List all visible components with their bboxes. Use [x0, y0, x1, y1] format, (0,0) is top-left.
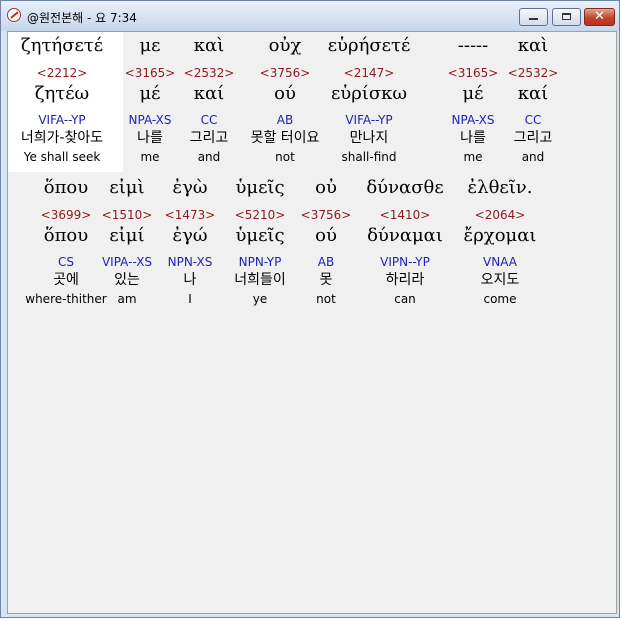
korean-gloss: 만나지 — [349, 130, 389, 146]
app-icon[interactable] — [7, 8, 21, 22]
lemma: εὑρίσκω — [330, 83, 408, 104]
english-gloss: shall-find — [341, 150, 397, 164]
morph-code: VIPN--YP — [380, 255, 430, 269]
minimize-button[interactable] — [519, 8, 548, 26]
maximize-icon — [562, 13, 571, 20]
close-icon: ✕ — [594, 9, 605, 24]
close-button[interactable]: ✕ — [584, 8, 615, 26]
strong-number: <2147> — [343, 66, 395, 80]
morph-code: VNAA — [483, 255, 517, 269]
strong-number: <2532> — [507, 66, 559, 80]
lemma: δύναμαι — [367, 225, 443, 246]
english-gloss: and — [521, 150, 545, 164]
greek-word: καὶ — [517, 35, 549, 56]
korean-gloss: 오지도 — [480, 272, 520, 288]
morph-code: VIFA--YP — [345, 113, 393, 127]
korean-gloss: 그리고 — [513, 130, 553, 146]
korean-gloss: 하리라 — [385, 272, 425, 288]
interlinear-word[interactable]: εὑρήσετέ <2147> εὑρίσκω VIFA--YP 만나지 shall-fi… — [314, 32, 424, 172]
window-title: @원전본해 - 요 7:34 — [27, 11, 137, 25]
minimize-icon — [529, 18, 538, 20]
strong-number: <1410> — [379, 208, 431, 222]
morph-code: CC — [524, 113, 542, 127]
interlinear-view[interactable]: ζητήσετέ <2212> ζητέω VIFA--YP 너희가-찾아도 Ye sha… — [7, 31, 617, 614]
maximize-button[interactable] — [552, 8, 581, 26]
greek-word: εὑρήσετέ — [327, 35, 411, 56]
app-window: @원전본해 - 요 7:34 ✕ ζητήσετέ <2212> ζητέω VIFA… — [0, 0, 620, 618]
greek-word: δύνασθε — [366, 177, 444, 198]
lemma: καί — [517, 83, 549, 104]
english-gloss: can — [394, 292, 416, 306]
lemma: ἔρχομαι — [463, 225, 537, 246]
interlinear-word[interactable]: ἐλθεῖν. <2064> ἔρχομαι VNAA 오지도 come — [445, 174, 555, 314]
interlinear-word[interactable]: καὶ <2532> καί CC 그리고 and — [478, 32, 588, 172]
english-gloss: come — [483, 292, 517, 306]
strong-number: <2064> — [474, 208, 526, 222]
interlinear-word[interactable]: δύνασθε <1410> δύναμαι VIPN--YP 하리라 can — [350, 174, 460, 314]
title-bar[interactable]: @원전본해 - 요 7:34 ✕ — [1, 1, 619, 31]
greek-word: ἐλθεῖν. — [467, 177, 533, 198]
